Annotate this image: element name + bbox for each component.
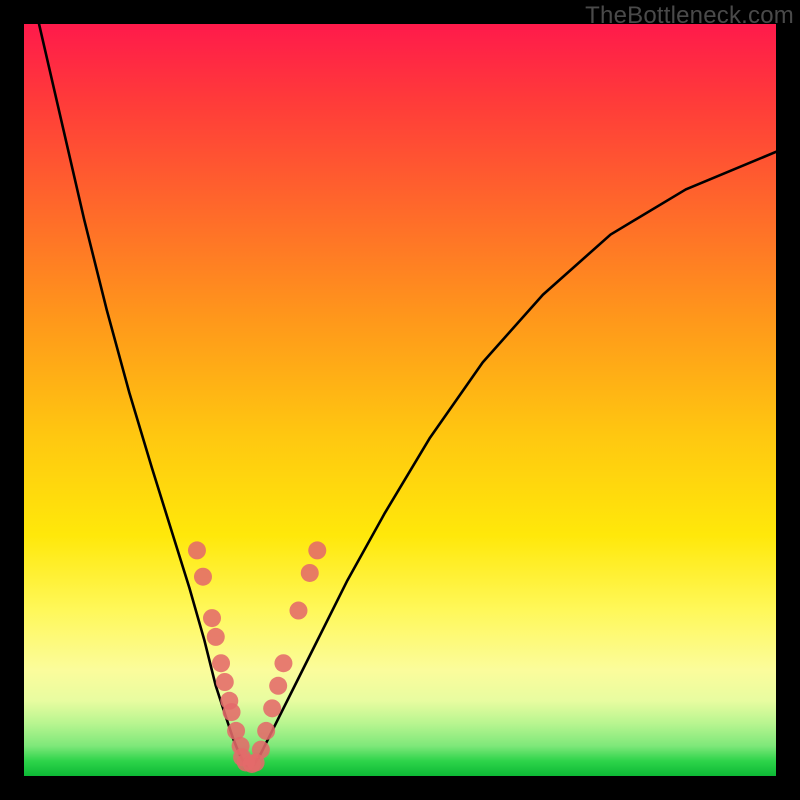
marker-dot	[257, 722, 275, 740]
curve-lines	[39, 24, 776, 767]
chart-frame: TheBottleneck.com	[0, 0, 800, 800]
marker-dot	[194, 568, 212, 586]
marker-dot	[301, 564, 319, 582]
marker-dot	[207, 628, 225, 646]
marker-dot	[289, 602, 307, 620]
marker-dot	[203, 609, 221, 627]
curve-layer	[24, 24, 776, 776]
marker-dot	[269, 677, 287, 695]
marker-dot	[274, 654, 292, 672]
curve-right-branch	[254, 152, 776, 765]
marker-dot	[216, 673, 234, 691]
plot-area	[24, 24, 776, 776]
marker-dot	[252, 741, 270, 759]
marker-dot	[308, 541, 326, 559]
marker-dot	[188, 541, 206, 559]
curve-left-branch	[39, 24, 245, 765]
marker-dot	[263, 699, 281, 717]
marker-dot	[212, 654, 230, 672]
marker-dot	[223, 703, 241, 721]
watermark-text: TheBottleneck.com	[585, 2, 794, 30]
